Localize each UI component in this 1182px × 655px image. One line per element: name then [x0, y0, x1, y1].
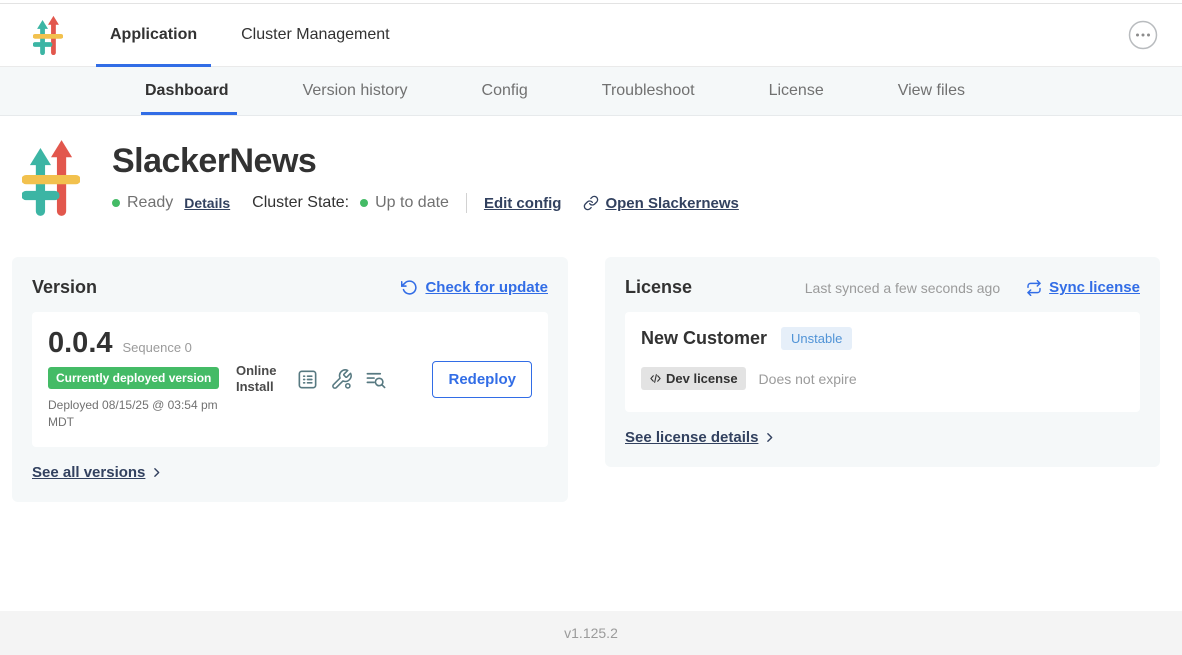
sequence-label: Sequence 0	[123, 340, 192, 355]
app-header: SlackerNews Ready Details Cluster State:…	[0, 116, 1182, 221]
version-card-title: Version	[32, 277, 97, 298]
cluster-state-label: Cluster State:	[252, 194, 349, 212]
license-panel: New Customer Unstable Dev license Does n…	[625, 312, 1140, 412]
cluster-state-dot	[360, 199, 368, 207]
see-all-versions-label: See all versions	[32, 464, 145, 481]
console-version-label: v1.125.2	[564, 625, 618, 641]
vertical-divider	[466, 193, 467, 213]
ellipsis-icon	[1128, 20, 1158, 50]
tab-view-files[interactable]: View files	[898, 67, 965, 115]
expiration-label: Does not expire	[759, 371, 857, 387]
tab-dashboard[interactable]: Dashboard	[145, 67, 229, 115]
check-for-update-label: Check for update	[425, 279, 548, 296]
app-status-row: Ready Details Cluster State: Up to date …	[112, 193, 739, 213]
deploy-logs-icon	[364, 368, 387, 391]
wrench-gear-icon	[330, 368, 353, 391]
license-card: License Last synced a few seconds ago Sy…	[605, 257, 1160, 467]
link-icon	[583, 195, 599, 211]
license-card-title: License	[625, 277, 692, 298]
status-details-link[interactable]: Details	[184, 195, 230, 211]
more-options-button[interactable]	[1128, 20, 1158, 50]
chevron-right-icon	[150, 466, 163, 479]
top-nav: Application Cluster Management	[0, 4, 1182, 67]
config-button[interactable]	[330, 368, 353, 391]
code-icon	[649, 372, 662, 385]
install-type-label: Online Install	[236, 363, 284, 397]
app-status-label: Ready	[127, 194, 173, 212]
deployed-timestamp: Deployed 08/15/25 @ 03:54 pm MDT	[48, 397, 220, 432]
tab-troubleshoot[interactable]: Troubleshoot	[602, 67, 695, 115]
see-license-details-label: See license details	[625, 429, 758, 446]
top-nav-tabs: Application Cluster Management	[96, 4, 420, 66]
app-status-dot	[112, 199, 120, 207]
chevron-right-icon	[763, 431, 776, 444]
version-card: Version Check for update 0.0.4 Sequence …	[12, 257, 568, 502]
sync-icon	[1026, 280, 1042, 296]
license-type-label: Dev license	[666, 371, 738, 386]
deployed-badge: Currently deployed version	[48, 367, 219, 389]
tab-config[interactable]: Config	[482, 67, 528, 115]
app-sub-nav: Dashboard Version history Config Trouble…	[0, 67, 1182, 116]
see-all-versions-link[interactable]: See all versions	[32, 464, 163, 481]
open-app-link-label: Open Slackernews	[605, 195, 738, 212]
dashboard-cards: Version Check for update 0.0.4 Sequence …	[12, 257, 1160, 502]
redeploy-button[interactable]: Redeploy	[432, 361, 532, 398]
channel-badge: Unstable	[781, 327, 852, 350]
last-synced-label: Last synced a few seconds ago	[805, 280, 1000, 296]
license-type-badge: Dev license	[641, 367, 746, 390]
sync-license-label: Sync license	[1049, 279, 1140, 296]
sync-license-link[interactable]: Sync license	[1026, 279, 1140, 296]
footer: v1.125.2	[0, 611, 1182, 655]
cluster-state-value: Up to date	[375, 194, 449, 212]
tab-cluster-management[interactable]: Cluster Management	[227, 4, 404, 66]
edit-config-link[interactable]: Edit config	[484, 195, 562, 212]
app-icon	[22, 138, 80, 221]
tab-version-history[interactable]: Version history	[303, 67, 408, 115]
open-app-link[interactable]: Open Slackernews	[583, 195, 738, 212]
tab-license[interactable]: License	[769, 67, 824, 115]
app-logo-icon	[33, 15, 63, 55]
dashboard-main: SlackerNews Ready Details Cluster State:…	[0, 116, 1182, 611]
current-version-panel: 0.0.4 Sequence 0 Currently deployed vers…	[32, 312, 548, 447]
deploy-logs-button[interactable]	[364, 368, 387, 391]
version-action-icons	[296, 368, 387, 391]
customer-name: New Customer	[641, 328, 767, 349]
check-for-update-link[interactable]: Check for update	[401, 279, 548, 296]
version-number: 0.0.4	[48, 327, 113, 360]
refresh-icon	[401, 279, 418, 296]
release-notes-icon	[296, 368, 319, 391]
page-title: SlackerNews	[112, 142, 739, 181]
release-notes-button[interactable]	[296, 368, 319, 391]
see-license-details-link[interactable]: See license details	[625, 429, 776, 446]
tab-application[interactable]: Application	[96, 4, 211, 66]
